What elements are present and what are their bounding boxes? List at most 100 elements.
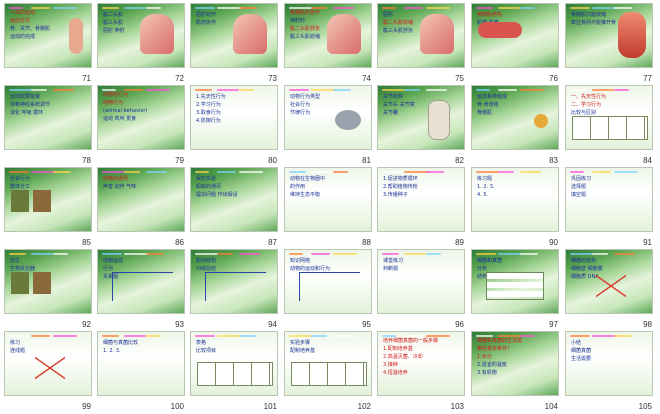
slide-thumbnail[interactable]: 社会行为 群体分工 85: [2, 166, 95, 248]
slide-thumbnail[interactable]: 细菌和真菌的生活需 哪些基本条件? 1.水分 2.适宜的温度 3.有机物 104: [469, 330, 562, 412]
slide-preview: 屈肘动作 肌肉协作: [190, 3, 278, 68]
slide-thumbnail[interactable]: 动物的通讯 声音 动作 气味 86: [95, 166, 188, 248]
decorative-stripe: [124, 335, 146, 337]
slide-thumbnail[interactable]: 一、先天性行为 二、学习行为 比较与区别 84: [563, 84, 656, 166]
slide-text-line: 1.促进物质循环: [383, 176, 418, 182]
slide-thumbnail[interactable]: 关节结构 关节头 关节窝 关节囊 82: [375, 84, 468, 166]
decorative-stripe: [289, 89, 309, 91]
slide-preview: 动物运动 行为 关系图: [97, 249, 185, 314]
slide-thumbnail[interactable]: 练习题 1. 2. 3. 4. 5. 90: [469, 166, 562, 248]
slide-thumbnail[interactable]: 屈肘动作 肌肉协作 73: [188, 2, 281, 84]
slide-preview: 动物在生物圈中 的作用 维持生态平衡: [284, 167, 372, 232]
slide-preview: 骨骼肌只能收缩 牵拉骨而不能推开骨: [565, 3, 653, 68]
decorative-stripe: [614, 253, 635, 255]
slide-text-line: 肱三头肌: [103, 20, 124, 26]
slide-thumbnail[interactable]: 1.先天性行为 2.学习行为 3.取食行为 4.防御行为 80: [188, 84, 281, 166]
slide-number: 101: [263, 402, 277, 411]
slide-thumbnail[interactable]: 实验步骤 配制培养基 102: [282, 330, 375, 412]
slide-thumbnail[interactable]: 练习 连线题 99: [2, 330, 95, 412]
slide-thumbnail[interactable]: 屈肘 肱二头肌收缩 肱三头肌舒张 75: [375, 2, 468, 84]
slide-text-line: 练习题: [477, 176, 493, 182]
slide-text-line: 运动系统组成: [477, 94, 508, 100]
slide-text-line: 探究实验: [196, 176, 217, 182]
slide-text-line: 选择题: [571, 184, 587, 190]
slide-illustration: [205, 272, 266, 301]
slide-illustration: [11, 190, 51, 212]
slide-thumbnail[interactable]: 骨骼肌的协作 伸肘时 肱二头肌舒张 肱三头肌收缩 74: [282, 2, 375, 84]
slide-text-line: (animal behavior): [103, 108, 148, 114]
slide-thumbnail[interactable]: 动物行为类型 社会行为 节律行为 81: [282, 84, 375, 166]
slide-text-line: 伸肘时: [290, 18, 306, 24]
slide-text-line: 1. 2. 3.: [477, 184, 495, 190]
slide-thumbnail[interactable]: 仿生 生物反应器 92: [2, 248, 95, 330]
slide-illustration: [327, 14, 361, 54]
slide-text-line: 2.帮助植物传粉: [383, 184, 418, 190]
slide-thumbnail[interactable]: 细菌与真菌比较 1. 2. 3. 100: [95, 330, 188, 412]
slide-number: 102: [357, 402, 371, 411]
decorative-stripe: [311, 171, 333, 173]
slide-number: 72: [175, 74, 184, 83]
slide-title: 骨骼肌的协作: [290, 10, 321, 16]
decorative-stripe: [102, 253, 122, 255]
slide-thumbnail[interactable]: 表格 比较项目 101: [188, 330, 281, 412]
slide-text-line: 蚂蚁的通讯: [196, 184, 222, 190]
slide-text-line: 一、先天性行为: [571, 94, 607, 100]
slide-preview: 细菌和真菌分布结构特点: [471, 249, 559, 314]
slide-thumbnail[interactable]: 运动需要能量 依赖神经系统调节 消化 呼吸 循环 78: [2, 84, 95, 166]
decorative-stripe: [614, 7, 632, 9]
slide-preview: 实验步骤 配制培养基: [284, 331, 372, 396]
slide-number: 105: [638, 402, 652, 411]
decorative-stripe: [476, 7, 493, 9]
slide-text-line: 运动需要能量: [10, 94, 41, 100]
slide-thumbnail[interactable]: 培养细菌真菌的一般步骤 1.配制培养基 2.高温灭菌、冷却 3.接种 4.恒温培养 103: [375, 330, 468, 412]
slide-thumbnail[interactable]: 动物在生物圈中 的作用 维持生态平衡 88: [282, 166, 375, 248]
slide-text-line: 依赖神经系统调节: [10, 102, 51, 108]
slide-text-line: 4.防御行为: [196, 118, 221, 124]
decorative-stripe: [102, 7, 119, 9]
slide-thumbnail[interactable]: 肱二头肌 肱三头肌 屈肘 伸肘 72: [95, 2, 188, 84]
slide-thumbnail[interactable]: 知识网络 动物的运动和行为 95: [282, 248, 375, 330]
decorative-stripe: [404, 89, 420, 91]
slide-preview: 课堂练习 判断题: [377, 249, 465, 314]
decorative-stripe: [217, 89, 239, 91]
decorative-stripe: [195, 89, 212, 91]
slide-thumbnail[interactable]: 细菌的结构 细胞壁 细胞膜 细胞质 DNA 98: [563, 248, 656, 330]
slide-thumbnail[interactable]: 知识结构 归纳总结 94: [188, 248, 281, 330]
slide-text-line: 3.传播种子: [383, 192, 408, 198]
slide-text-line: 生活需要: [571, 356, 592, 362]
slide-preview: 知识网络 动物的运动和行为: [284, 249, 372, 314]
slide-number: 84: [643, 156, 652, 165]
slide-thumbnail[interactable]: 骨骼肌结构肌腱 肌腹 76: [469, 2, 562, 84]
slide-thumbnail[interactable]: 细菌和真菌分布结构特点 97: [469, 248, 562, 330]
decorative-stripe: [333, 89, 351, 91]
slide-thumbnail[interactable]: 动物运动 行为 关系图 93: [95, 248, 188, 330]
slide-thumbnail[interactable]: 骨骼肌只能收缩 牵拉骨而不能推开骨 77: [563, 2, 656, 84]
decorative-stripe: [476, 335, 493, 337]
decorative-stripe: [31, 335, 50, 337]
decorative-stripe: [498, 7, 520, 9]
decorative-stripe: [476, 253, 496, 255]
decorative-stripe: [382, 7, 396, 9]
slide-number: 80: [268, 156, 277, 165]
slide-thumbnail[interactable]: 探究实验 蚂蚁的通讯 提出问题 作出假设 87: [188, 166, 281, 248]
slide-thumbnail[interactable]: 动物的行为 动物行为 (animal behavior) 运动 鸣叫 觅食 79: [95, 84, 188, 166]
slide-illustration: [291, 362, 367, 386]
slide-thumbnail[interactable]: 小结 细菌真菌 生活需要 105: [563, 330, 656, 412]
decorative-stripe: [311, 7, 327, 9]
decorative-stripe: [217, 253, 233, 255]
slide-text-line: 动物行为类型: [290, 94, 321, 100]
decorative-stripe: [498, 171, 514, 173]
slide-thumbnail[interactable]: 课堂练习 判断题 96: [375, 248, 468, 330]
decorative-stripe: [382, 171, 402, 173]
slide-text-line: 1. 2. 3.: [103, 348, 121, 354]
decorative-stripe: [570, 253, 593, 255]
slide-text-line: 肱二头肌收缩: [383, 20, 414, 26]
decorative-stripe: [239, 335, 257, 337]
slide-preview: 动物的行为 动物行为 (animal behavior) 运动 鸣叫 觅食: [97, 85, 185, 150]
slide-thumbnail[interactable]: 运动系统组成骨 骨连结 骨骼肌 83: [469, 84, 562, 166]
slide-thumbnail[interactable]: 巩固练习 选择题 填空题 91: [563, 166, 656, 248]
slide-illustration: [486, 272, 544, 300]
slide-thumbnail[interactable]: 人体的运动 运动方式 骨、关节、骨骼肌 运动的完成 71: [2, 2, 95, 84]
decorative-stripe: [146, 7, 161, 9]
slide-thumbnail[interactable]: 1.促进物质循环 2.帮助植物传粉 3.传播种子 89: [375, 166, 468, 248]
